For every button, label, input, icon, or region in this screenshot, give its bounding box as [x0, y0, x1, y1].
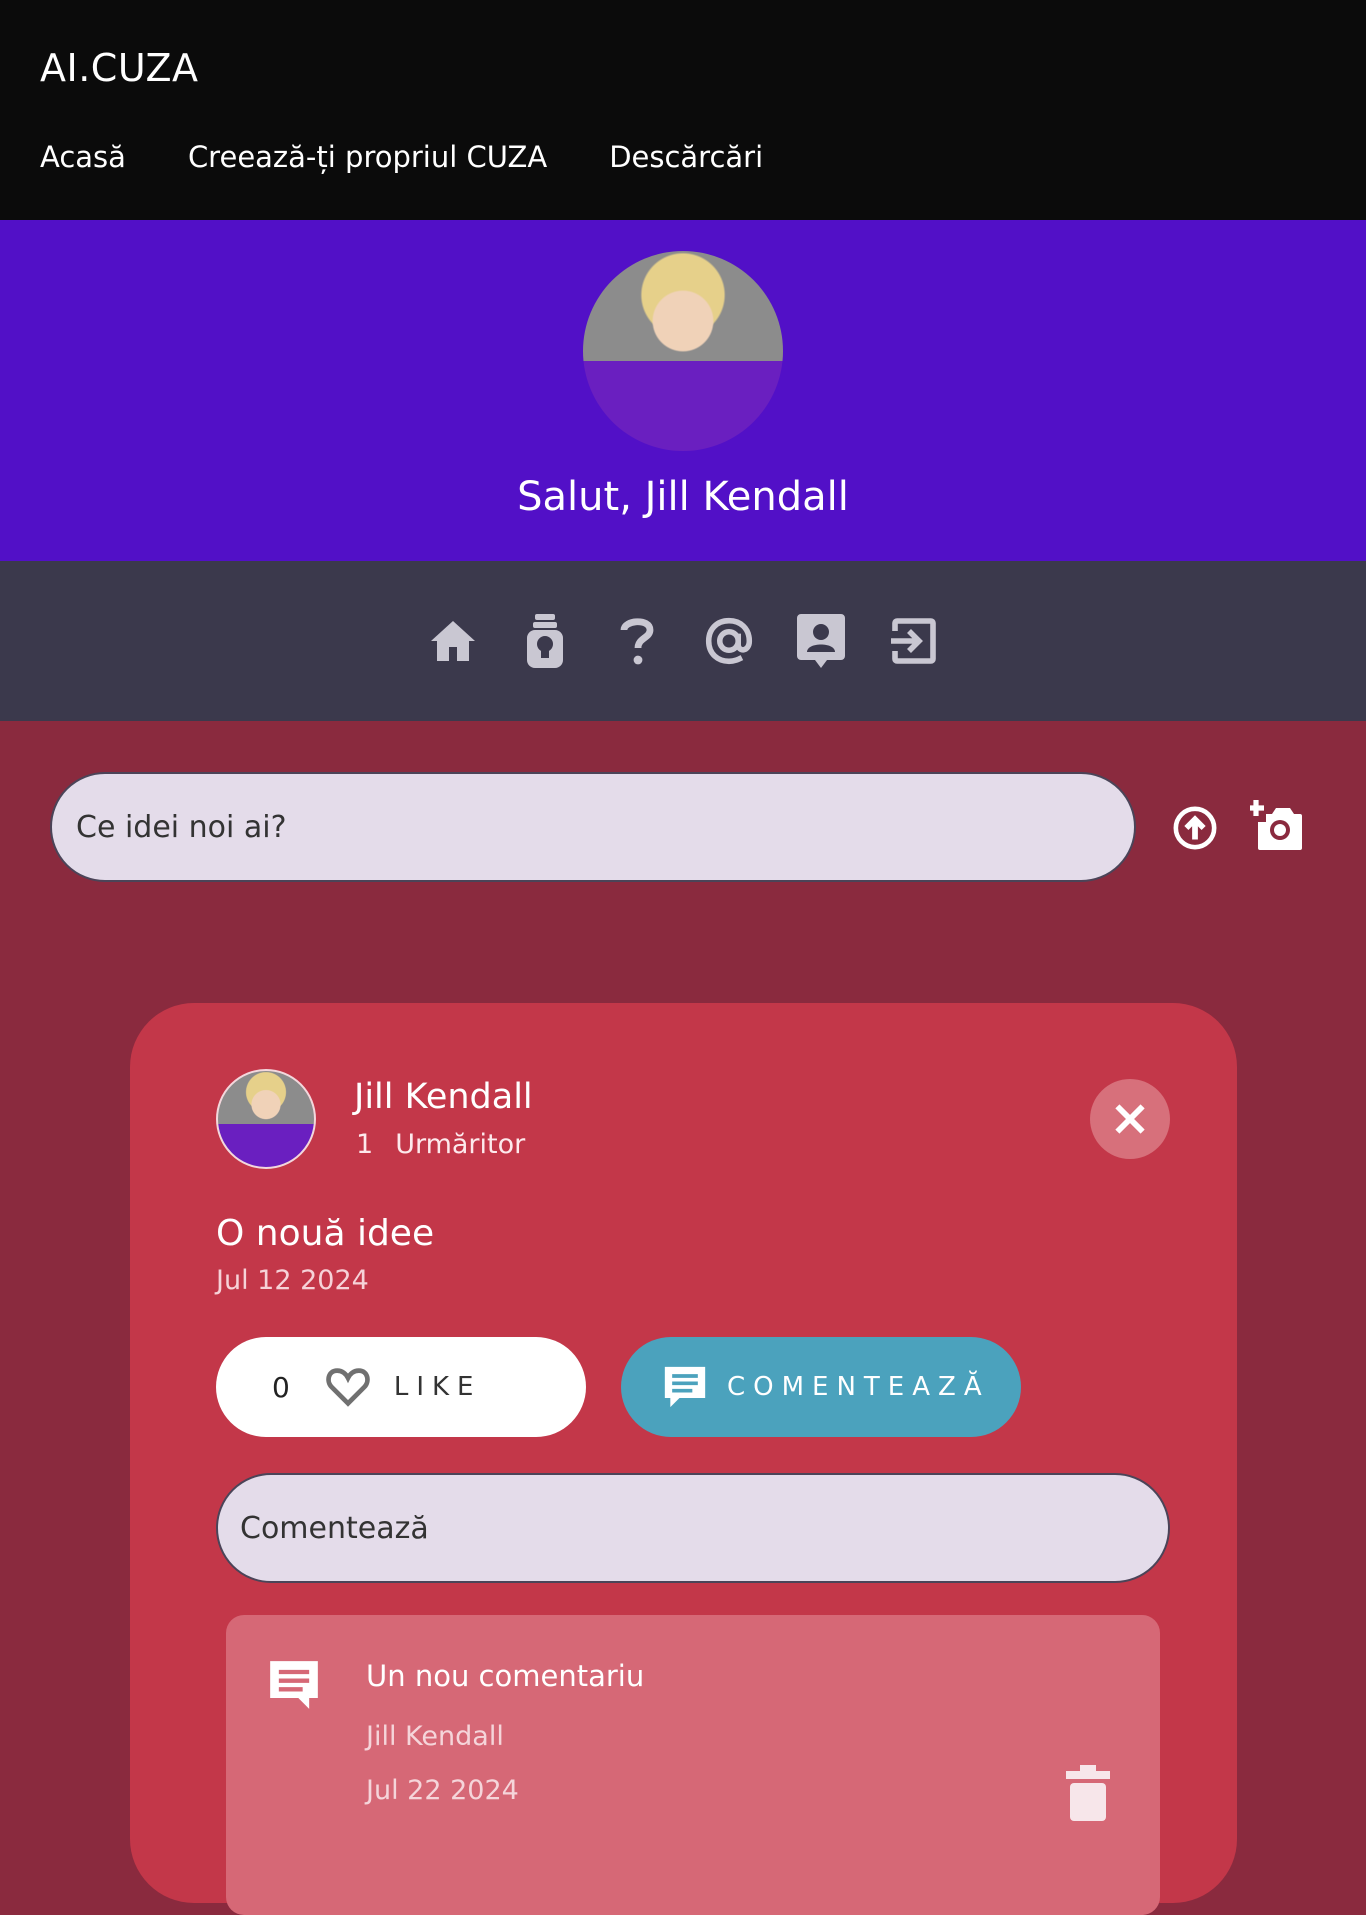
comment-icon	[270, 1661, 318, 1709]
post-date: Jul 12 2024	[216, 1265, 369, 1296]
post-card: Jill Kendall 1 Urmăritor O nouă idee Jul …	[130, 1003, 1237, 1915]
upload-icon[interactable]	[1172, 805, 1218, 851]
avatar	[583, 251, 783, 451]
home-icon[interactable]	[429, 613, 477, 669]
close-icon	[1115, 1104, 1145, 1134]
greeting: Salut, Jill Kendall	[517, 474, 849, 520]
followers-count: 1 Urmăritor	[356, 1129, 525, 1160]
trash-icon[interactable]	[1066, 1765, 1110, 1821]
icon-toolbar	[0, 561, 1366, 721]
nav-item-create[interactable]: Creează-ți propriul CUZA	[188, 140, 547, 174]
comment-date: Jul 22 2024	[366, 1775, 519, 1806]
help-icon[interactable]	[613, 613, 661, 669]
comment-author[interactable]: Jill Kendall	[366, 1721, 504, 1752]
contact-icon[interactable]	[797, 613, 845, 669]
comment-label: COMENTEAZĂ	[727, 1372, 990, 1402]
nav-item-home[interactable]: Acasă	[40, 140, 126, 174]
like-count: 0	[272, 1370, 290, 1404]
followers-label: Urmăritor	[395, 1129, 526, 1160]
add-photo-icon[interactable]	[1248, 800, 1302, 850]
logout-icon[interactable]	[889, 613, 937, 669]
comment-text: Un nou comentariu	[366, 1659, 645, 1693]
post-author-avatar[interactable]	[216, 1069, 316, 1169]
nav-item-downloads[interactable]: Descărcări	[609, 140, 763, 174]
brand-logo[interactable]: AI.CUZA	[40, 46, 199, 90]
top-bar: AI.CUZA Acasă Creează-ți propriul CUZA D…	[0, 0, 1366, 220]
comment-button[interactable]: COMENTEAZĂ	[621, 1337, 1021, 1437]
comment-item: Un nou comentariu Jill Kendall Jul 22 20…	[226, 1615, 1160, 1915]
comment-input[interactable]	[216, 1473, 1170, 1583]
comment-icon	[664, 1366, 706, 1408]
like-button[interactable]: 0 LIKE	[216, 1337, 586, 1437]
post-author-name[interactable]: Jill Kendall	[354, 1077, 533, 1117]
post-title: O nouă idee	[216, 1213, 435, 1254]
close-button[interactable]	[1090, 1079, 1170, 1159]
new-idea-input[interactable]	[50, 772, 1136, 882]
like-label: LIKE	[393, 1372, 482, 1402]
followers-number: 1	[356, 1129, 374, 1160]
main-nav: Acasă Creează-ți propriul CUZA Descărcăr…	[40, 140, 763, 174]
profile-hero: Salut, Jill Kendall	[0, 220, 1366, 561]
lightbulb-icon[interactable]	[521, 613, 569, 669]
heart-icon	[326, 1368, 370, 1407]
at-sign-icon[interactable]	[705, 613, 753, 669]
